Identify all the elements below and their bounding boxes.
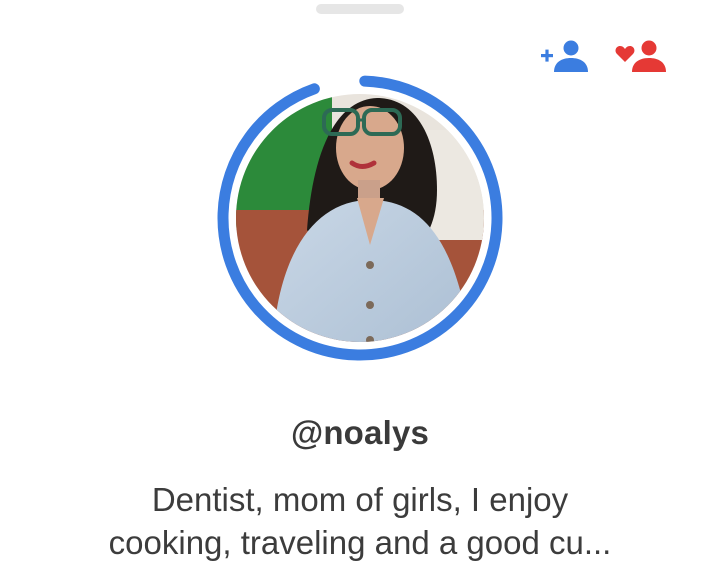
- username: @noalys: [290, 414, 430, 451]
- avatar-with-story-ring[interactable]: [212, 70, 508, 366]
- avatar-photo: [236, 94, 484, 342]
- heart-person-icon: [615, 40, 666, 72]
- profile-sheet: @noalys Dentist, mom of girls, I enjoy c…: [0, 0, 720, 575]
- drag-handle[interactable]: [316, 4, 404, 14]
- add-friend-button[interactable]: [538, 36, 594, 80]
- bio-line: cooking, traveling and a good cu...: [108, 524, 612, 561]
- match-button[interactable]: [614, 36, 670, 80]
- bio-line: Dentist, mom of girls, I enjoy: [151, 481, 569, 518]
- bio-text: Dentist, mom of girls, I enjoy cooking, …: [60, 478, 660, 564]
- add-friend-icon: [541, 40, 588, 72]
